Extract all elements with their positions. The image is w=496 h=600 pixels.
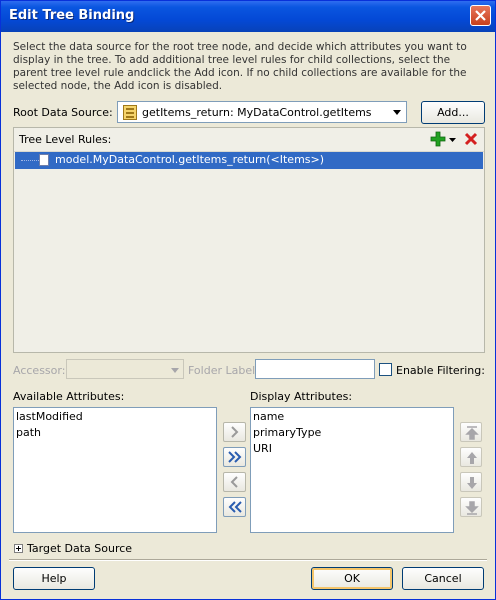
move-up-button[interactable] [460,447,482,467]
dialog-title: Edit Tree Binding [9,8,135,23]
move-top-button[interactable] [460,422,482,442]
delete-rule-icon[interactable] [464,132,478,146]
enable-filtering-checkbox[interactable] [379,363,392,376]
folder-label-input[interactable] [255,359,375,379]
tree-connector [21,160,39,161]
help-button[interactable]: Help [13,567,95,590]
chevron-down-icon [171,368,179,373]
list-item[interactable]: URI [253,442,272,455]
move-right-button[interactable] [223,422,246,442]
title-bar: Edit Tree Binding [1,1,495,32]
arrow-down-icon [467,477,477,489]
chevron-left-icon [230,476,238,488]
double-chevron-right-icon [228,451,242,463]
tree-level-rules-header: Tree Level Rules: [14,128,484,152]
close-button[interactable] [470,5,491,26]
expand-icon[interactable] [14,544,23,553]
chevron-down-icon [393,110,401,115]
root-data-source-label: Root Data Source: [13,106,113,119]
list-item[interactable]: primaryType [253,426,321,439]
data-control-icon [123,105,137,120]
root-data-source-select[interactable]: getItems_return: MyDataControl.getItems [117,101,407,123]
root-data-source-value: getItems_return: MyDataControl.getItems [142,106,372,119]
display-attributes-list[interactable]: name primaryType URI [250,407,454,533]
arrow-top-icon [465,426,479,440]
list-item[interactable]: name [253,410,284,423]
tree-rule-label: model.MyDataControl.getItems_return(<Ite… [55,153,325,166]
add-rule-icon[interactable] [430,131,446,147]
arrow-up-icon [467,452,477,464]
add-root-button[interactable]: Add... [421,101,485,124]
accessor-label: Accessor: [13,364,66,377]
ok-button[interactable]: OK [311,567,393,590]
available-attributes-list[interactable]: lastModified path [13,407,217,533]
document-icon [39,154,49,166]
list-item[interactable]: lastModified [16,410,83,423]
arrow-bottom-icon [465,501,479,515]
dialog-description: Select the data source for the root tree… [13,41,467,92]
chevron-right-icon [231,426,239,438]
cancel-button[interactable]: Cancel [402,567,484,590]
move-down-button[interactable] [460,472,482,492]
move-bottom-button[interactable] [460,497,482,517]
folder-label-label: Folder Label: [188,364,259,377]
close-icon [475,10,486,21]
add-rule-dropdown-icon[interactable] [448,131,457,147]
available-attributes-label: Available Attributes: [13,390,125,403]
move-left-button[interactable] [223,472,246,492]
move-all-left-button[interactable] [223,497,246,517]
edit-tree-binding-dialog: Edit Tree Binding Select the data source… [0,0,496,600]
tree-level-rules-panel: Tree Level Rules: model.MyDataControl.ge… [13,127,485,353]
tree-level-rules-label: Tree Level Rules: [19,133,112,146]
footer-divider [9,559,487,561]
enable-filtering-label: Enable Filtering: [396,364,485,377]
display-attributes-label: Display Attributes: [250,390,353,403]
move-all-right-button[interactable] [223,447,246,467]
list-item[interactable]: path [16,426,41,439]
accessor-select[interactable] [66,359,184,379]
target-data-source-label[interactable]: Target Data Source [27,542,132,555]
tree-rule-row[interactable]: model.MyDataControl.getItems_return(<Ite… [15,152,483,169]
double-chevron-left-icon [228,501,242,513]
